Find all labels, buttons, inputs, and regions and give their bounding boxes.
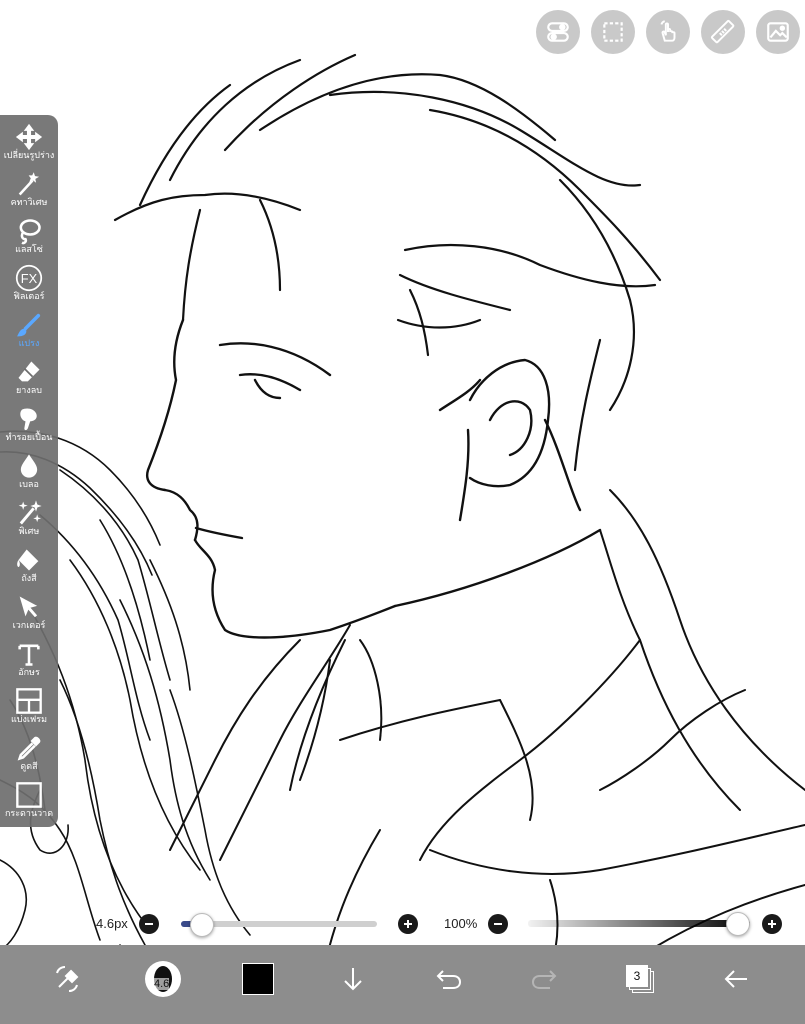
brush-size-decrease-button[interactable] xyxy=(139,914,159,934)
opacity-increase-button[interactable] xyxy=(762,914,782,934)
tool-brush[interactable]: แปรง xyxy=(0,309,58,355)
ruler-button[interactable] xyxy=(701,10,745,54)
opacity-value: 100% xyxy=(444,916,478,931)
tool-panel: เปลี่ยนรูปร่าง คทาวิเศษ แลสโซ่ FX ฟิลเตอ… xyxy=(0,115,58,827)
blur-drop-icon xyxy=(20,454,38,478)
eyedropper-icon xyxy=(17,736,41,761)
tool-label: ฟิลเตอร์ xyxy=(13,292,45,302)
tool-label: แบ่งเฟรม xyxy=(10,715,48,725)
gallery-button[interactable] xyxy=(756,10,800,54)
tool-label: เบลอ xyxy=(19,480,39,490)
minus-icon xyxy=(145,923,153,925)
opacity-slider-thumb[interactable] xyxy=(726,912,750,936)
plus-icon xyxy=(404,920,412,928)
tool-frame-divider[interactable]: แบ่งเฟรม xyxy=(0,685,58,731)
selection-icon xyxy=(603,22,623,42)
tool-label: ยางลบ xyxy=(16,386,42,396)
toggle-icon xyxy=(547,22,569,42)
arrow-left-icon xyxy=(724,970,747,988)
selection-button[interactable] xyxy=(591,10,635,54)
tool-special[interactable]: พิเศษ xyxy=(0,497,58,543)
canvas-icon xyxy=(16,782,42,808)
redo-button[interactable] xyxy=(522,957,566,1001)
tool-label: ถังสี xyxy=(21,574,37,584)
toggle-button[interactable] xyxy=(536,10,580,54)
brush-preview-icon: 4.6 xyxy=(145,961,181,997)
tool-magic-wand[interactable]: คทาวิเศษ xyxy=(0,168,58,214)
svg-text:FX: FX xyxy=(21,271,38,286)
brush-size-increase-button[interactable] xyxy=(398,914,418,934)
download-button[interactable] xyxy=(331,957,375,1001)
magic-wand-icon xyxy=(18,172,40,196)
tool-label: แปรง xyxy=(18,339,40,349)
tool-transform[interactable]: เปลี่ยนรูปร่าง xyxy=(0,121,58,167)
brush-size-value: 4.6px xyxy=(96,916,128,931)
layers-button[interactable]: 3 xyxy=(618,957,662,1001)
tool-canvas[interactable]: กระดานวาด xyxy=(0,779,58,825)
brush-size-badge: 4.6 xyxy=(154,978,170,990)
brush-size-slider-thumb[interactable] xyxy=(190,913,214,937)
layers-icon: 3 xyxy=(626,965,654,993)
tool-smudge[interactable]: ทำรอยเปื้อน xyxy=(0,403,58,449)
tool-label: คทาวิเศษ xyxy=(10,198,48,208)
undo-button[interactable] xyxy=(427,957,471,1001)
vector-cursor-icon xyxy=(19,596,38,618)
brush-eraser-swap-icon xyxy=(56,966,79,992)
tool-fill[interactable]: ถังสี xyxy=(0,544,58,590)
quick-menu-button[interactable] xyxy=(45,957,89,1001)
fx-icon: FX xyxy=(15,264,43,292)
plus-icon xyxy=(768,920,776,928)
tool-label: เปลี่ยนรูปร่าง xyxy=(3,151,55,161)
gesture-icon xyxy=(660,20,676,42)
redo-icon xyxy=(531,970,557,989)
bottom-toolbar: 4.6 3 xyxy=(0,945,805,1024)
gesture-button[interactable] xyxy=(646,10,690,54)
ruler-icon xyxy=(710,19,735,44)
tool-text[interactable]: อักษร xyxy=(0,638,58,684)
tool-label: ดูดสี xyxy=(20,762,38,772)
tool-label: เวกเตอร์ xyxy=(12,621,46,631)
brush-icon xyxy=(17,313,41,337)
tool-blur[interactable]: เบลอ xyxy=(0,450,58,496)
text-icon xyxy=(18,644,40,666)
frame-divider-icon xyxy=(16,688,42,714)
undo-icon xyxy=(436,970,462,989)
tool-vector[interactable]: เวกเตอร์ xyxy=(0,591,58,637)
tool-filter[interactable]: FX ฟิลเตอร์ xyxy=(0,262,58,308)
current-color-swatch xyxy=(242,963,274,995)
tool-label: กระดานวาด xyxy=(4,809,54,819)
fill-bucket-icon xyxy=(17,549,39,571)
drawing-canvas[interactable] xyxy=(0,0,805,1024)
move-icon xyxy=(15,123,43,151)
tool-label: อักษร xyxy=(18,668,40,678)
tool-label: พิเศษ xyxy=(18,527,40,537)
minus-icon xyxy=(494,923,502,925)
arrow-down-icon xyxy=(344,968,362,991)
opacity-decrease-button[interactable] xyxy=(488,914,508,934)
opacity-slider[interactable] xyxy=(528,920,750,927)
smudge-icon xyxy=(20,408,37,431)
lasso-icon xyxy=(19,219,41,245)
color-picker-button[interactable] xyxy=(236,957,280,1001)
eraser-icon xyxy=(18,361,40,382)
special-sparkle-icon xyxy=(18,500,42,525)
tool-label: แลสโซ่ xyxy=(15,245,43,255)
tool-eraser[interactable]: ยางลบ xyxy=(0,356,58,402)
layer-count: 3 xyxy=(633,969,641,983)
gallery-icon xyxy=(767,22,789,42)
brush-settings-button[interactable]: 4.6 xyxy=(141,957,185,1001)
back-button[interactable] xyxy=(714,957,758,1001)
tool-label: ทำรอยเปื้อน xyxy=(5,433,53,443)
tool-eyedropper[interactable]: ดูดสี xyxy=(0,732,58,778)
tool-lasso[interactable]: แลสโซ่ xyxy=(0,215,58,261)
